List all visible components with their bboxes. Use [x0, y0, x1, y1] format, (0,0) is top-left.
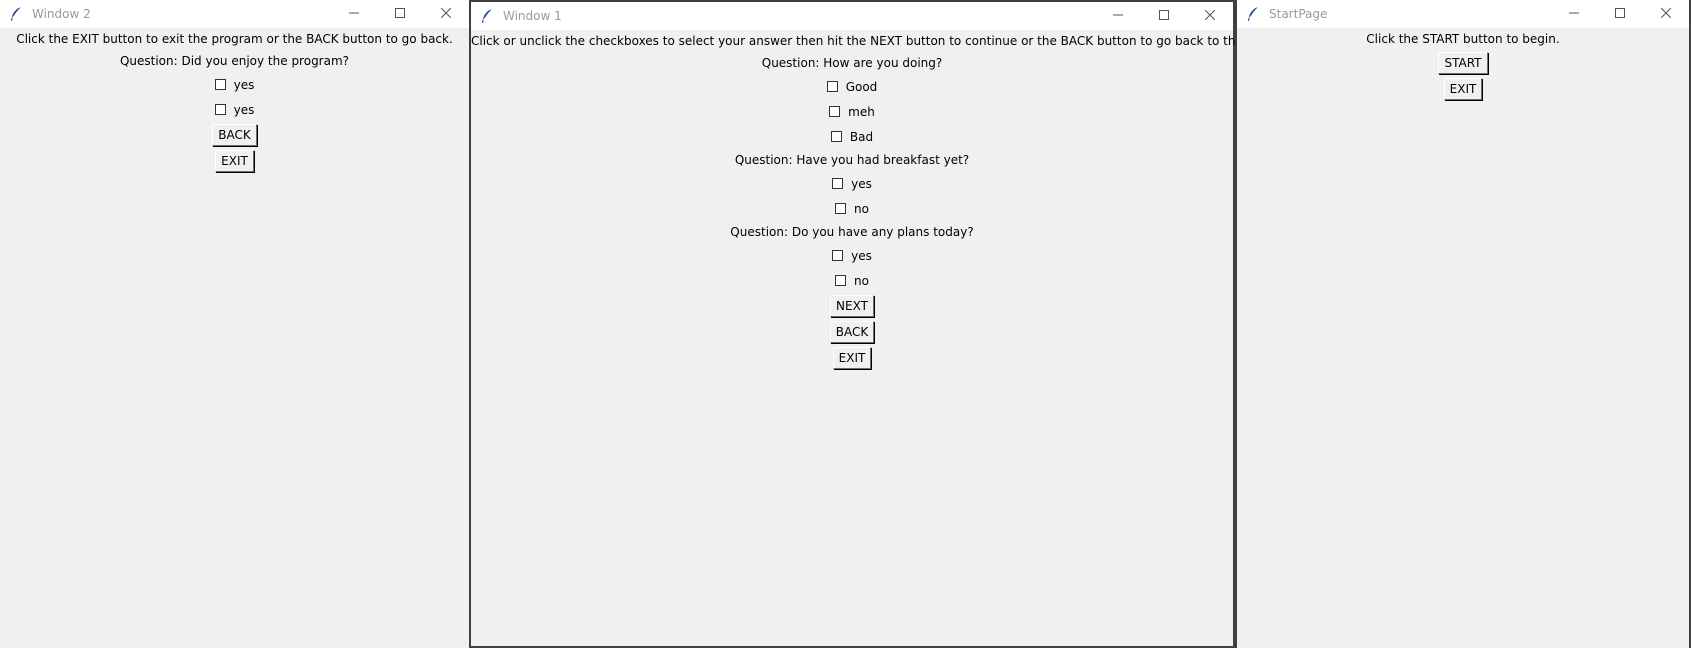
next-button[interactable]: NEXT — [830, 295, 874, 317]
checkbox-option[interactable]: yes — [471, 171, 1233, 196]
minimize-icon — [349, 7, 359, 21]
checkbox-label: meh — [848, 104, 875, 119]
instructions-label: Click or unclick the checkboxes to selec… — [471, 34, 1336, 48]
feather-icon — [6, 4, 26, 24]
checkbox-label: yes — [233, 102, 255, 117]
question-label: Question: Do you have any plans today? — [730, 225, 974, 239]
start-button[interactable]: START — [1438, 52, 1488, 74]
maximize-button[interactable] — [1141, 2, 1187, 30]
exit-button[interactable]: EXIT — [215, 150, 254, 172]
checkbox-option[interactable]: yes — [0, 72, 469, 97]
minimize-button[interactable] — [331, 0, 377, 28]
checkbox[interactable] — [826, 81, 838, 92]
feather-icon — [477, 6, 497, 26]
minimize-icon — [1113, 9, 1123, 23]
back-button[interactable]: BACK — [829, 321, 875, 343]
checkbox[interactable] — [214, 79, 226, 90]
question-label: Question: How are you doing? — [761, 56, 943, 70]
window-2-titlebar[interactable]: Window 2 — [0, 0, 469, 28]
window-title: Window 2 — [32, 7, 91, 21]
checkbox-option[interactable]: yes — [0, 97, 469, 122]
window-1-titlebar[interactable]: Window 1 — [471, 2, 1233, 30]
back-button[interactable]: BACK — [212, 124, 257, 146]
checkbox[interactable] — [832, 178, 844, 189]
close-icon — [1660, 7, 1672, 21]
startpage-window: StartPage Click the START button to begi… — [1235, 0, 1691, 648]
startpage-titlebar[interactable]: StartPage — [1237, 0, 1689, 28]
window-2: Window 2 Click the EXIT button to exit t… — [0, 0, 470, 648]
checkbox[interactable] — [830, 131, 842, 142]
checkbox-option[interactable]: meh — [471, 99, 1233, 124]
minimize-button[interactable] — [1095, 2, 1141, 30]
checkbox-label: Bad — [849, 129, 874, 144]
maximize-icon — [1615, 7, 1625, 21]
instructions-label: Click the EXIT button to exit the progra… — [16, 32, 453, 46]
close-button[interactable] — [423, 0, 469, 28]
checkbox[interactable] — [835, 203, 847, 214]
checkbox-label: no — [854, 201, 869, 216]
close-button[interactable] — [1643, 0, 1689, 28]
window-title: Window 1 — [503, 9, 562, 23]
question-label: Question: Have you had breakfast yet? — [734, 153, 970, 167]
close-icon — [1204, 9, 1216, 23]
maximize-button[interactable] — [377, 0, 423, 28]
checkbox[interactable] — [829, 106, 841, 117]
checkbox-option[interactable]: Bad — [471, 124, 1233, 149]
checkbox-label: yes — [851, 176, 872, 191]
checkbox-label: Good — [845, 79, 878, 94]
instructions-label: Click the START button to begin. — [1366, 32, 1560, 46]
minimize-icon — [1569, 7, 1579, 21]
checkbox-option[interactable]: yes — [471, 243, 1233, 268]
question-label: Question: Did you enjoy the program? — [119, 54, 350, 68]
checkbox[interactable] — [832, 250, 844, 261]
maximize-button[interactable] — [1597, 0, 1643, 28]
checkbox-label: yes — [851, 248, 872, 263]
checkbox[interactable] — [835, 275, 847, 286]
minimize-button[interactable] — [1551, 0, 1597, 28]
exit-button[interactable]: EXIT — [1443, 78, 1483, 100]
window-title: StartPage — [1269, 7, 1328, 21]
checkbox-option[interactable]: Good — [471, 74, 1233, 99]
exit-button[interactable]: EXIT — [832, 347, 872, 369]
close-button[interactable] — [1187, 2, 1233, 30]
checkbox-label: yes — [233, 77, 255, 92]
maximize-icon — [1159, 9, 1169, 23]
close-icon — [440, 7, 452, 21]
checkbox-option[interactable]: no — [471, 268, 1233, 293]
checkbox-label: no — [854, 273, 869, 288]
checkbox[interactable] — [214, 104, 226, 115]
maximize-icon — [395, 7, 405, 21]
window-1: Window 1 Click or unclick the checkboxes… — [469, 0, 1336, 648]
checkbox-option[interactable]: no — [471, 196, 1233, 221]
feather-icon — [1243, 4, 1263, 24]
